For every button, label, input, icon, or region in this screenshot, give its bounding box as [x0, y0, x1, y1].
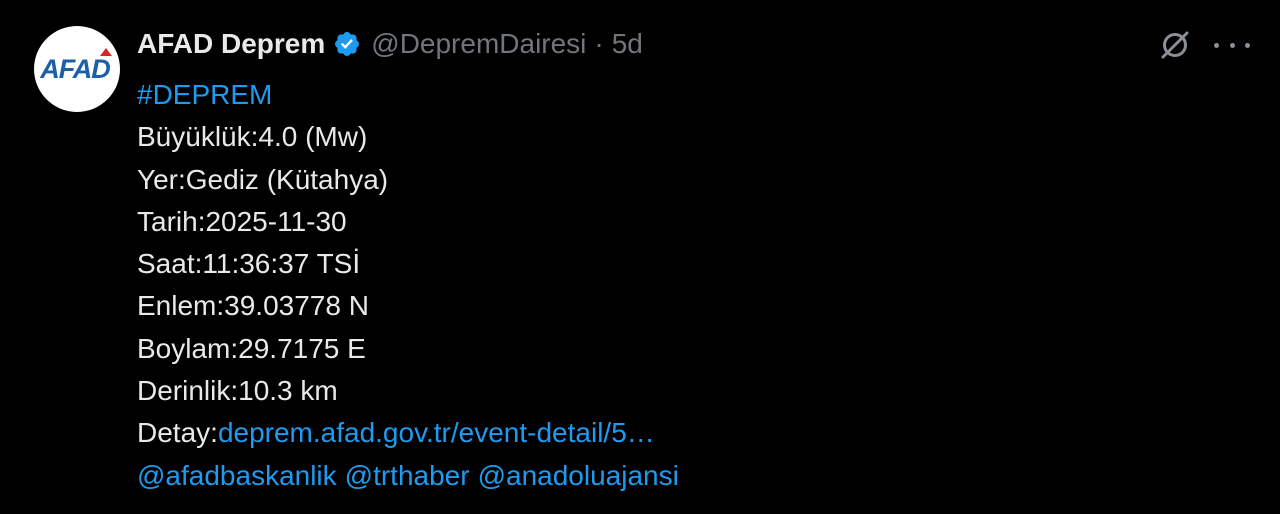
more-dot	[1245, 42, 1250, 48]
author-handle[interactable]: @DepremDairesi	[371, 28, 586, 60]
location-line: Yer:Gediz (Kütahya)	[137, 163, 389, 195]
detail-link[interactable]: deprem.afad.gov.tr/event-detail/5…	[218, 417, 655, 448]
more-options-icon[interactable]	[1214, 28, 1250, 62]
separator-dot: ·	[594, 28, 604, 59]
magnitude-line: Büyüklük:4.0 (Mw)	[137, 121, 368, 153]
hashtag-link[interactable]: #DEPREM	[137, 74, 679, 116]
verified-badge-icon	[335, 32, 360, 56]
longitude-line: Boylam:29.7175 E	[137, 332, 366, 364]
latitude-line: Enlem:39.03778 N	[137, 290, 369, 322]
depth-line: Derinlik:10.3 km	[137, 375, 338, 407]
tweet: AFAD AFAD Deprem @DepremDairesi · 5d #DE…	[0, 0, 1280, 514]
mention-link[interactable]: @trthaber	[345, 460, 470, 491]
detail-label: Detay:	[137, 417, 218, 449]
avatar-logo-text: AFAD	[40, 53, 110, 84]
afad-logo: AFAD	[40, 47, 114, 85]
grok-icon[interactable]	[1158, 28, 1192, 62]
date-line: Tarih:2025-11-30	[137, 205, 347, 237]
tweet-body: #DEPREM Büyüklük:4.0 (Mw) Yer:Gediz (Küt…	[137, 74, 679, 497]
time-line: Saat:11:36:37 TSİ	[137, 248, 361, 280]
more-dot	[1214, 42, 1219, 48]
mention-link[interactable]: @anadoluajansi	[478, 460, 679, 491]
mentions-line: @afadbaskanlik @trthaber @anadoluajansi	[137, 455, 679, 497]
timestamp[interactable]: 5d	[612, 28, 643, 60]
more-dot	[1229, 42, 1235, 48]
mention-link[interactable]: @afadbaskanlik	[137, 460, 337, 491]
logo-accent-shape	[99, 47, 112, 56]
avatar[interactable]: AFAD	[34, 26, 120, 112]
detail-line: Detay:deprem.afad.gov.tr/event-detail/5…	[137, 412, 679, 454]
display-name[interactable]: AFAD Deprem	[137, 28, 325, 60]
tweet-actions	[1158, 28, 1250, 62]
tweet-header: AFAD Deprem @DepremDairesi · 5d	[137, 26, 643, 62]
